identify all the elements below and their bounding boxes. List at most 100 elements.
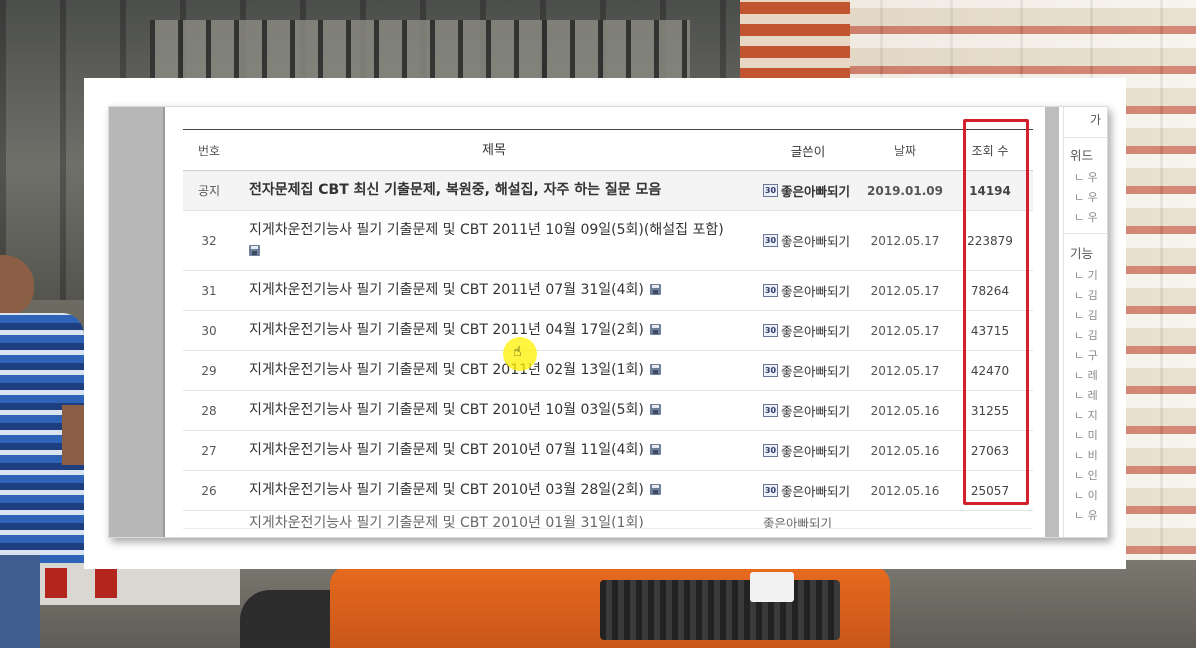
forklift-badge	[750, 572, 794, 602]
floppy-disk-icon	[649, 364, 661, 375]
table-row[interactable]: 30 지게차운전기능사 필기 기출문제 및 CBT 2011년 04월 17일(…	[183, 311, 1033, 351]
sidebar-item[interactable]: ㄴ 유	[1074, 507, 1098, 523]
table-row[interactable]: 28 지게차운전기능사 필기 기출문제 및 CBT 2010년 10월 03일(…	[183, 391, 1033, 431]
row-author[interactable]: 30 좋은아빠되기	[753, 481, 863, 500]
author-name[interactable]: 좋은아빠되기	[781, 481, 850, 500]
row-date: 2012.05.16	[870, 443, 940, 458]
row-num: 29	[201, 363, 217, 378]
worker	[0, 255, 85, 648]
header-date[interactable]: 날짜	[863, 142, 947, 159]
sidebar-item[interactable]: ㄴ 우	[1074, 169, 1098, 185]
table-row-notice[interactable]: 공지 전자문제집 CBT 최신 기출문제, 복원중, 해설집, 자주 하는 질문…	[183, 171, 1033, 211]
table-row[interactable]: 32 지게차운전기능사 필기 기출문제 및 CBT 2011년 10월 09일(…	[183, 211, 1033, 271]
row-title[interactable]: 지게차운전기능사 필기 기출문제 및 CBT 2010년 03월 28일(2회)	[235, 480, 753, 501]
row-author[interactable]: 30 좋은아빠되기	[753, 281, 863, 300]
header-title[interactable]: 제목	[235, 140, 753, 161]
screenshot-card: 번호 제목 글쓴이 날짜 조회 수 공지 전자문제집 CBT 최신 기출문제, …	[84, 78, 1126, 569]
row-title[interactable]: 전자문제집 CBT 최신 기출문제, 복원중, 해설집, 자주 하는 질문 모음	[235, 180, 753, 201]
row-title[interactable]: 지게차운전기능사 필기 기출문제 및 CBT 2011년 07월 31일(4회)	[235, 280, 753, 301]
author-name[interactable]: 좋은아빠되기	[781, 401, 850, 420]
sidebar-item[interactable]: ㄴ 인	[1074, 467, 1098, 483]
worker-head	[0, 255, 34, 315]
row-num: 27	[201, 443, 217, 458]
author-name[interactable]: 좋은아빠되기	[781, 441, 850, 460]
sidebar-item[interactable]: ㄴ 레	[1074, 387, 1098, 403]
table-row-partial[interactable]: 지게차운전기능사 필기 기출문제 및 CBT 2010년 01월 31일(1회)…	[183, 511, 1033, 529]
row-author[interactable]: 30 좋은아빠되기	[753, 321, 863, 340]
table-row[interactable]: 29 지게차운전기능사 필기 기출문제 및 CBT 2011년 02월 13일(…	[183, 351, 1033, 391]
sidebar-item[interactable]: ㄴ 지	[1074, 407, 1098, 423]
sidebar-item[interactable]: ㄴ 김	[1074, 307, 1098, 323]
member-level-icon: 30	[763, 234, 778, 247]
row-author[interactable]: 30 좋은아빠되기	[753, 401, 863, 420]
row-date: 2012.05.17	[870, 363, 940, 378]
row-author[interactable]: 좋은아빠되기	[753, 513, 863, 528]
sidebar-item[interactable]: ㄴ 김	[1074, 287, 1098, 303]
floppy-disk-icon	[249, 244, 260, 256]
header-author[interactable]: 글쓴이	[753, 141, 863, 160]
board-table: 번호 제목 글쓴이 날짜 조회 수 공지 전자문제집 CBT 최신 기출문제, …	[183, 129, 1033, 529]
row-title-link[interactable]: 지게차운전기능사 필기 기출문제 및 CBT 2011년 02월 13일(1회)	[249, 362, 644, 378]
row-title-link[interactable]: 지게차운전기능사 필기 기출문제 및 CBT 2010년 10월 03일(5회)	[249, 402, 644, 418]
warehouse-gate	[150, 20, 690, 80]
row-title[interactable]: 지게차운전기능사 필기 기출문제 및 CBT 2010년 07월 11일(4회)	[235, 440, 753, 461]
author-name[interactable]: 좋은아빠되기	[781, 181, 850, 200]
sidebar-item[interactable]: ㄴ 미	[1074, 427, 1098, 443]
row-title[interactable]: 지게차운전기능사 필기 기출문제 및 CBT 2011년 02월 13일(1회)	[235, 360, 753, 381]
member-level-icon: 30	[763, 444, 778, 457]
member-level-icon: 30	[763, 184, 778, 197]
table-row[interactable]: 27 지게차운전기능사 필기 기출문제 및 CBT 2010년 07월 11일(…	[183, 431, 1033, 471]
worker-arm	[62, 405, 84, 465]
row-date: 2012.05.16	[870, 483, 940, 498]
left-margin-edge	[163, 107, 165, 537]
floppy-disk-icon	[649, 324, 661, 335]
row-title[interactable]: 지게차운전기능사 필기 기출문제 및 CBT 2011년 04월 17일(2회)	[235, 320, 753, 341]
member-level-icon: 30	[763, 364, 778, 377]
sidebar-item[interactable]: ㄴ 레	[1074, 367, 1098, 383]
scrollbar[interactable]	[1045, 107, 1059, 537]
author-name[interactable]: 좋은아빠되기	[781, 361, 850, 380]
author-name[interactable]: 좋은아빠되기	[781, 321, 850, 340]
member-level-icon: 30	[763, 284, 778, 297]
row-date: 2012.05.17	[870, 323, 940, 338]
sidebar-item[interactable]: ㄴ 이	[1074, 487, 1098, 503]
sidebar-item[interactable]: ㄴ 비	[1074, 447, 1098, 463]
row-num: 공지	[197, 184, 221, 198]
sidebar-item[interactable]: ㄴ 기	[1074, 267, 1098, 283]
row-title-link[interactable]: 지게차운전기능사 필기 기출문제 및 CBT 2010년 01월 31일(1회)	[249, 515, 644, 528]
sidebar-item[interactable]: ㄴ 우	[1074, 209, 1098, 225]
author-name[interactable]: 좋은아빠되기	[781, 231, 850, 250]
row-title[interactable]: 지게차운전기능사 필기 기출문제 및 CBT 2011년 10월 09일(5회)…	[235, 220, 753, 262]
left-margin	[109, 107, 165, 537]
row-author[interactable]: 30 좋은아빠되기	[753, 231, 863, 250]
row-title-link[interactable]: 지게차운전기능사 필기 기출문제 및 CBT 2011년 10월 09일(5회)…	[249, 222, 724, 238]
sidebar-divider	[1064, 233, 1107, 234]
row-title-link[interactable]: 지게차운전기능사 필기 기출문제 및 CBT 2011년 07월 31일(4회)	[249, 282, 644, 298]
member-level-icon: 30	[763, 404, 778, 417]
table-row[interactable]: 31 지게차운전기능사 필기 기출문제 및 CBT 2011년 07월 31일(…	[183, 271, 1033, 311]
table-row[interactable]: 26 지게차운전기능사 필기 기출문제 및 CBT 2010년 03월 28일(…	[183, 471, 1033, 511]
author-name[interactable]: 좋은아빠되기	[763, 513, 832, 528]
row-date: 2012.05.16	[870, 403, 940, 418]
sidebar-item[interactable]: ㄴ 김	[1074, 327, 1098, 343]
sidebar-feature-heading: 기능	[1070, 246, 1094, 261]
row-title-link[interactable]: 지게차운전기능사 필기 기출문제 및 CBT 2010년 03월 28일(2회)	[249, 482, 644, 498]
row-num: 30	[201, 323, 217, 338]
row-title-link[interactable]: 지게차운전기능사 필기 기출문제 및 CBT 2010년 07월 11일(4회)	[249, 442, 644, 458]
sidebar-item[interactable]: ㄴ 구	[1074, 347, 1098, 363]
forklift-grill	[600, 580, 840, 640]
row-author[interactable]: 30 좋은아빠되기	[753, 181, 863, 200]
board-screenshot: 번호 제목 글쓴이 날짜 조회 수 공지 전자문제집 CBT 최신 기출문제, …	[108, 106, 1108, 538]
header-num[interactable]: 번호	[183, 142, 235, 159]
row-title-link[interactable]: 지게차운전기능사 필기 기출문제 및 CBT 2011년 04월 17일(2회)	[249, 322, 644, 338]
right-sidebar: 가 위드 ㄴ 우 ㄴ 우 ㄴ 우 기능 ㄴ 기 ㄴ 김 ㄴ 김 ㄴ 김 ㄴ 구 …	[1063, 107, 1107, 537]
author-name[interactable]: 좋은아빠되기	[781, 281, 850, 300]
row-title[interactable]: 지게차운전기능사 필기 기출문제 및 CBT 2010년 10월 03일(5회)	[235, 400, 753, 421]
floppy-disk-icon	[649, 284, 661, 295]
row-title[interactable]: 지게차운전기능사 필기 기출문제 및 CBT 2010년 01월 31일(1회)	[235, 513, 753, 528]
row-title-link[interactable]: 전자문제집 CBT 최신 기출문제, 복원중, 해설집, 자주 하는 질문 모음	[249, 182, 661, 198]
row-date: 2012.05.17	[870, 283, 940, 298]
sidebar-item[interactable]: ㄴ 우	[1074, 189, 1098, 205]
row-author[interactable]: 30 좋은아빠되기	[753, 441, 863, 460]
row-author[interactable]: 30 좋은아빠되기	[753, 361, 863, 380]
